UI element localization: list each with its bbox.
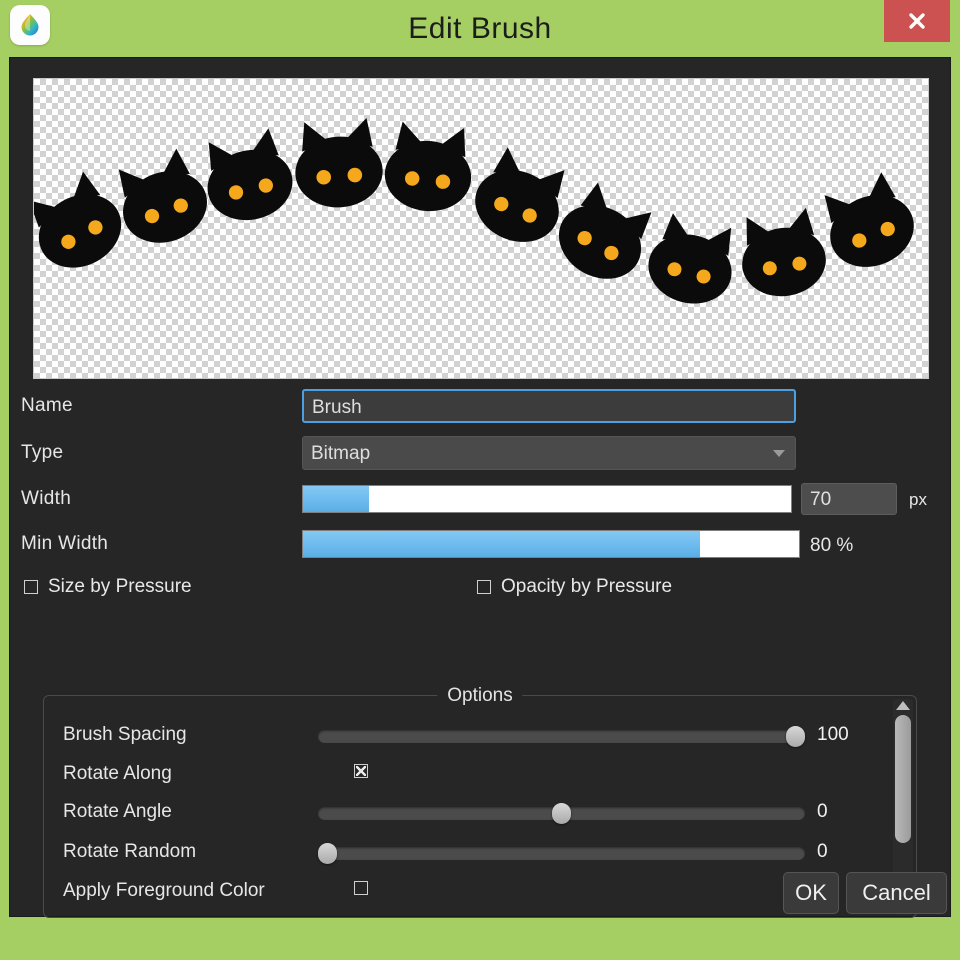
triangle-up-icon[interactable]	[896, 701, 910, 710]
scrollbar-thumb[interactable]	[895, 715, 911, 843]
brush-stroke-preview	[33, 78, 929, 379]
ok-button[interactable]: OK	[783, 872, 839, 914]
type-select[interactable]: Bitmap	[302, 436, 796, 470]
chevron-down-icon	[773, 450, 785, 457]
brush-spacing-slider[interactable]	[318, 726, 805, 747]
width-value-input[interactable]: 70	[801, 483, 897, 515]
page-title: Edit Brush	[408, 12, 552, 45]
rotate-angle-slider[interactable]	[318, 803, 805, 824]
apply-foreground-color-checkbox[interactable]	[354, 881, 368, 895]
brush-spacing-value: 100	[817, 724, 849, 745]
rotate-angle-value: 0	[817, 801, 828, 822]
rotate-random-slider[interactable]	[318, 843, 805, 864]
checkbox-box	[477, 580, 491, 594]
opacity-by-pressure-label: Opacity by Pressure	[501, 576, 673, 597]
name-label: Name	[21, 395, 73, 416]
rotate-random-value: 0	[817, 841, 828, 862]
rotate-angle-handle[interactable]	[552, 803, 571, 824]
rotate-random-handle[interactable]	[318, 843, 337, 864]
option-label-apply-foreground-color: Apply Foreground Color	[63, 880, 265, 901]
min-width-value: 80 %	[810, 535, 854, 556]
width-slider[interactable]	[302, 485, 792, 513]
option-label-brush-spacing: Brush Spacing	[63, 724, 187, 745]
checkbox-box	[24, 580, 38, 594]
size-by-pressure-label: Size by Pressure	[48, 576, 192, 597]
option-label-rotate-random: Rotate Random	[63, 841, 197, 862]
dialog-body: Name Brush Type Bitmap Width 70 px Min W…	[10, 58, 950, 918]
option-label-rotate-angle: Rotate Angle	[63, 801, 172, 822]
size-by-pressure-checkbox[interactable]: Size by Pressure	[24, 576, 192, 598]
width-unit-label: px	[909, 490, 927, 509]
opacity-by-pressure-checkbox[interactable]: Opacity by Pressure	[477, 576, 672, 598]
cat-stamp-stroke	[34, 117, 925, 313]
option-label-rotate-along: Rotate Along	[63, 763, 172, 784]
checkbox-box	[354, 881, 368, 895]
type-select-value: Bitmap	[311, 443, 371, 464]
rotate-along-checkbox[interactable]	[354, 764, 368, 778]
close-icon	[909, 13, 925, 29]
name-input[interactable]: Brush	[302, 389, 796, 423]
close-button[interactable]	[884, 0, 950, 42]
options-scroll-viewport: Brush Spacing 100 Rotate Along Rotate An…	[45, 697, 900, 917]
type-label: Type	[21, 442, 64, 463]
min-width-slider[interactable]	[302, 530, 800, 558]
width-slider-fill	[303, 486, 369, 512]
title-bar: Edit Brush	[0, 0, 960, 58]
min-width-slider-fill	[303, 531, 700, 557]
brush-spacing-handle[interactable]	[786, 726, 805, 747]
edit-brush-window: Edit Brush Name Brush Type Bitmap Width …	[0, 0, 960, 960]
checkbox-box	[354, 764, 368, 778]
min-width-label: Min Width	[21, 533, 109, 554]
cancel-button[interactable]: Cancel	[846, 872, 947, 914]
width-label: Width	[21, 488, 72, 509]
